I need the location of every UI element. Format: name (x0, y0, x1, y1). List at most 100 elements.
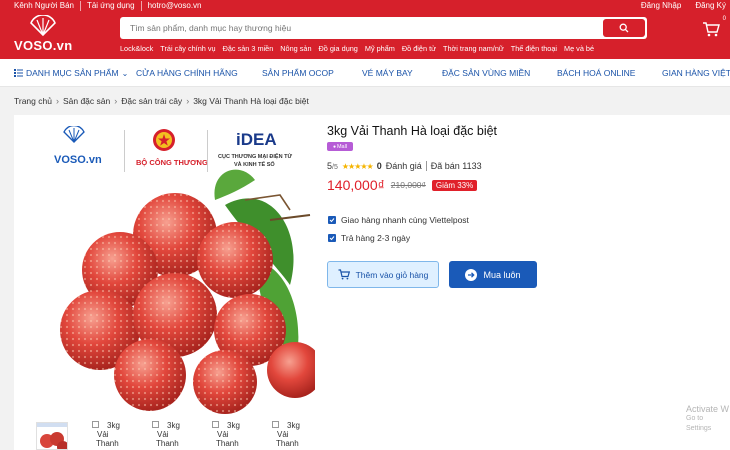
thumbnail-5[interactable]: 3kg Vải Thanh (272, 420, 312, 450)
national-emblem-icon (153, 129, 175, 151)
broken-image-icon (152, 421, 159, 428)
download-app-link[interactable]: Tải ứng dụng (79, 1, 141, 11)
quick-link[interactable]: Đặc sản 3 miền (223, 44, 274, 53)
price-row: 140,000₫ 210,000₫ Giảm 33% (327, 177, 478, 193)
thumbnail-active[interactable] (36, 422, 68, 450)
quick-link[interactable]: Nông sản (280, 44, 311, 53)
watermark-line2: Go to Settings (686, 415, 712, 432)
lychee-thumb (37, 423, 67, 449)
brand-ministry: BỘ CÔNG THƯƠNG (136, 158, 208, 167)
arrow-right-circle-icon (465, 268, 478, 281)
cart-icon (338, 269, 350, 280)
quick-link[interactable]: Đồ gia dụng (319, 44, 358, 53)
shell-logo-icon (30, 15, 56, 37)
quick-link[interactable]: Thời trang nam/nữ (443, 44, 504, 53)
breadcrumb-fruit[interactable]: Đặc sản trái cây (121, 96, 182, 106)
cart-icon (703, 22, 720, 37)
discount-badge: Giảm 33% (431, 179, 478, 191)
mall-badge: ● Mall (327, 142, 353, 151)
activation-watermark: Activate W Go to Settings (686, 404, 730, 434)
register-link[interactable]: Đăng Ký (695, 1, 726, 10)
product-title: 3kg Vải Thanh Hà loại đặc biệt (327, 124, 498, 138)
thumb-alt-line1: 3kg (107, 421, 120, 430)
menu-icon (14, 69, 23, 77)
add-to-cart-button[interactable]: Thêm vào giỏ hàng (327, 261, 439, 288)
review-count: 0 (376, 161, 382, 171)
nav-item-grocery-online[interactable]: BÁCH HOÁ ONLINE (557, 68, 635, 78)
quick-link[interactable]: Trái cây chính vụ (160, 44, 215, 53)
search-icon (619, 23, 629, 33)
quick-link[interactable]: Lock&lock (120, 44, 153, 53)
buy-now-button[interactable]: Mua luôn (449, 261, 537, 288)
thumb-alt-line2: Vải (157, 430, 169, 439)
divider (124, 130, 125, 172)
cart-count: 0 (722, 16, 726, 22)
support-email-link[interactable]: hotro@voso.vn (140, 1, 208, 11)
brand-banner: VOSO.vn BỘ CÔNG THƯƠNG iDEA CỤC THƯƠNG M… (40, 122, 315, 184)
site-logo[interactable]: VOSO.vn (14, 15, 94, 55)
breadcrumb-current: 3kg Vải Thanh Hà loại đặc biệt (193, 96, 309, 106)
quick-link[interactable]: Mỹ phẩm (365, 44, 395, 53)
breadcrumb-specialties[interactable]: Sản đặc sản (63, 96, 110, 106)
category-menu-label: DANH MỤC SẢN PHẨM (26, 68, 119, 78)
search-input[interactable] (120, 17, 600, 39)
seller-channel-link[interactable]: Kênh Người Bán (14, 1, 80, 11)
watermark-line1: Activate W (686, 404, 730, 414)
rating-row: 5/5 ★★★★★ 0 Đánh giá Đã bán 1133 (327, 161, 482, 171)
checkbox-checked-icon (328, 216, 336, 224)
thumbnail-strip: 3kg Vải Thanh 3kg Vải Thanh 3kg Vải Than… (30, 420, 320, 450)
chevron-right-icon: › (114, 96, 118, 106)
thumb-alt-line3: Thanh (96, 439, 119, 448)
thumb-alt-line2: Vải (217, 430, 229, 439)
cart-button[interactable]: 0 (702, 16, 726, 40)
search-button[interactable] (603, 19, 645, 37)
thumbnail-4[interactable]: 3kg Vải Thanh (212, 420, 252, 450)
brand-voso: VOSO.vn (54, 154, 102, 166)
brand-idea: iDEA (236, 130, 277, 149)
thumbnail-3[interactable]: 3kg Vải Thanh (152, 420, 192, 450)
buy-now-label: Mua luôn (483, 269, 521, 280)
main-nav: DANH MỤC SẢN PHẨM ⌄ CỬA HÀNG CHÍNH HÃNG … (0, 59, 730, 87)
mall-bag-icon: ● (332, 143, 336, 150)
voso-shell-icon (63, 126, 85, 143)
login-link[interactable]: Đăng Nhập (641, 1, 681, 10)
thumb-alt-line2: Vải (277, 430, 289, 439)
category-menu-button[interactable]: DANH MỤC SẢN PHẨM ⌄ (14, 68, 128, 78)
nav-item-official-store[interactable]: CỬA HÀNG CHÍNH HÃNG (136, 68, 238, 78)
thumb-alt-line1: 3kg (167, 421, 180, 430)
nav-item-regional-specialties[interactable]: ĐẶC SẢN VÙNG MIỀN (442, 68, 530, 78)
brand-idea-sub2: VÀ KINH TẾ SỐ (234, 162, 275, 168)
checkbox-checked-icon (328, 234, 336, 242)
top-links: Kênh Người Bán Tải ứng dụng hotro@voso.v… (14, 1, 208, 11)
divider (207, 130, 208, 172)
nav-item-vietnam-stalls[interactable]: GIAN HÀNG VIỆT (662, 68, 730, 78)
quick-link[interactable]: Đồ điện tử (402, 44, 436, 53)
current-price: 140,000₫ (327, 177, 385, 193)
thumb-alt-line3: Thanh (216, 439, 239, 448)
thumb-alt-line3: Thanh (276, 439, 299, 448)
thumb-alt-line2: Vải (97, 430, 109, 439)
nav-item-flight-tickets[interactable]: VÉ MÁY BAY (362, 68, 413, 78)
quick-links: Lock&lock Trái cây chính vụ Đặc sản 3 mi… (120, 44, 594, 53)
divider (425, 161, 427, 171)
thumb-alt-line1: 3kg (227, 421, 240, 430)
feature-label: Trả hàng 2-3 ngày (341, 233, 411, 243)
quick-link[interactable]: Mẹ và bé (564, 44, 594, 53)
add-to-cart-label: Thêm vào giỏ hàng (355, 269, 429, 280)
rating-value: 5/5 (327, 161, 338, 171)
feature-item: Trả hàng 2-3 ngày (328, 233, 410, 243)
star-rating-icon: ★★★★★ (341, 161, 374, 171)
feature-label: Giao hàng nhanh cùng Viettelpost (341, 215, 469, 225)
review-label[interactable]: Đánh giá (386, 161, 422, 171)
chevron-down-icon: ⌄ (121, 68, 129, 78)
breadcrumb: Trang chủ › Sản đặc sản › Đặc sản trái c… (14, 96, 309, 106)
site-header: Kênh Người Bán Tải ứng dụng hotro@voso.v… (0, 0, 730, 59)
quick-link[interactable]: Thế điện thoại (511, 44, 557, 53)
chevron-right-icon: › (186, 96, 190, 106)
nav-item-ocop[interactable]: SẢN PHẨM OCOP (262, 68, 334, 78)
brand-idea-sub1: CỤC THƯƠNG MẠI ĐIỆN TỬ (218, 154, 293, 160)
broken-image-icon (92, 421, 99, 428)
auth-links: Đăng Nhập Đăng Ký (641, 1, 726, 10)
thumbnail-2[interactable]: 3kg Vải Thanh (92, 420, 132, 450)
breadcrumb-home[interactable]: Trang chủ (14, 96, 52, 106)
